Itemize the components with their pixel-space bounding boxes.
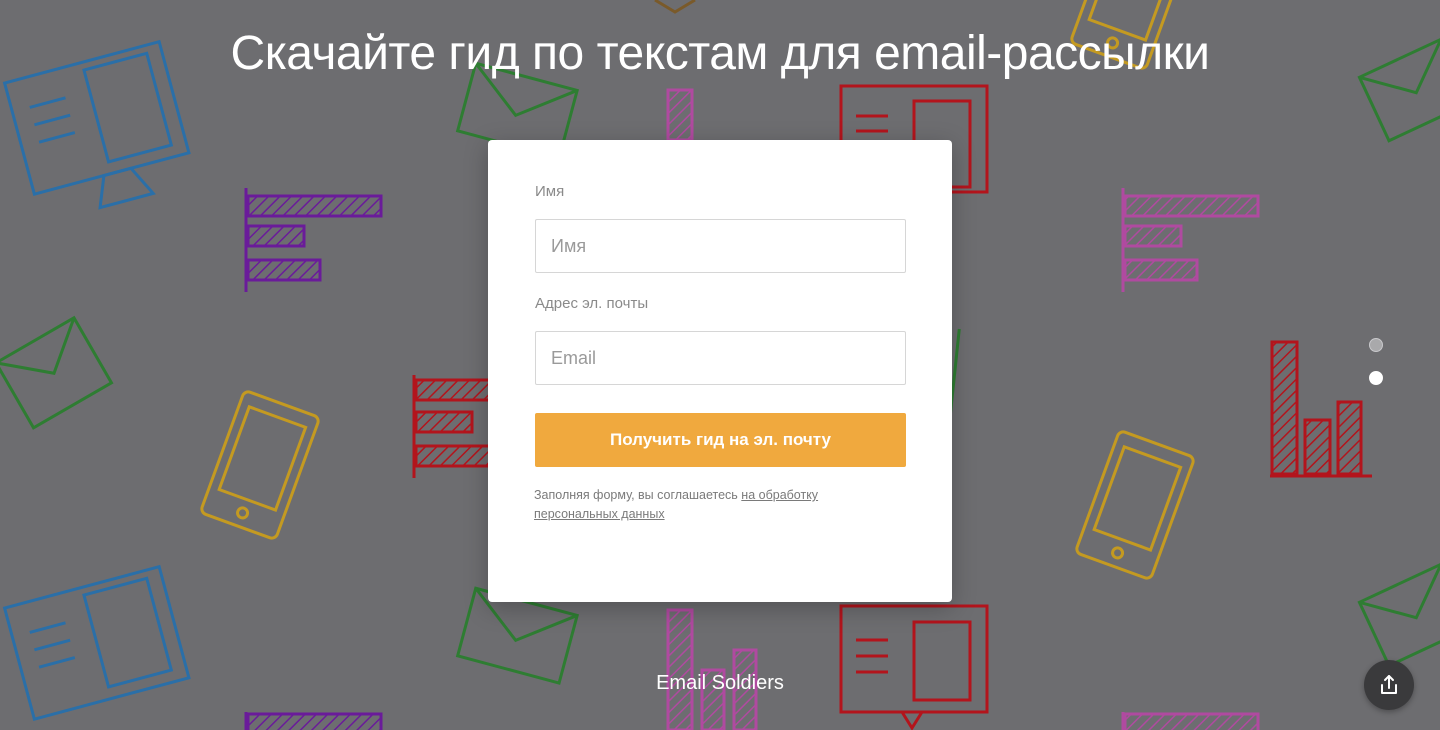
email-label: Адрес эл. почты — [535, 295, 649, 312]
signup-form-card: Имя Адрес эл. почты Получить гид на эл. … — [488, 140, 952, 602]
get-guide-button[interactable]: Получить гид на эл. почту — [535, 413, 906, 467]
page-title: Скачайте гид по текстам для email-рассыл… — [230, 27, 1210, 80]
name-input[interactable] — [535, 219, 906, 273]
consent-text: Заполняя форму, вы соглашаетесь — [534, 488, 742, 502]
slide-dot-1[interactable] — [1369, 338, 1383, 352]
footer-brand: Email Soldiers — [656, 672, 784, 694]
share-upload-icon — [1381, 675, 1397, 694]
slide-dot-2-active[interactable] — [1369, 371, 1383, 385]
share-button[interactable] — [1364, 660, 1414, 710]
consent-notice: Заполняя форму, вы соглашаетесь на обраб… — [534, 486, 864, 524]
name-label: Имя — [535, 183, 565, 200]
email-input[interactable] — [535, 331, 906, 385]
